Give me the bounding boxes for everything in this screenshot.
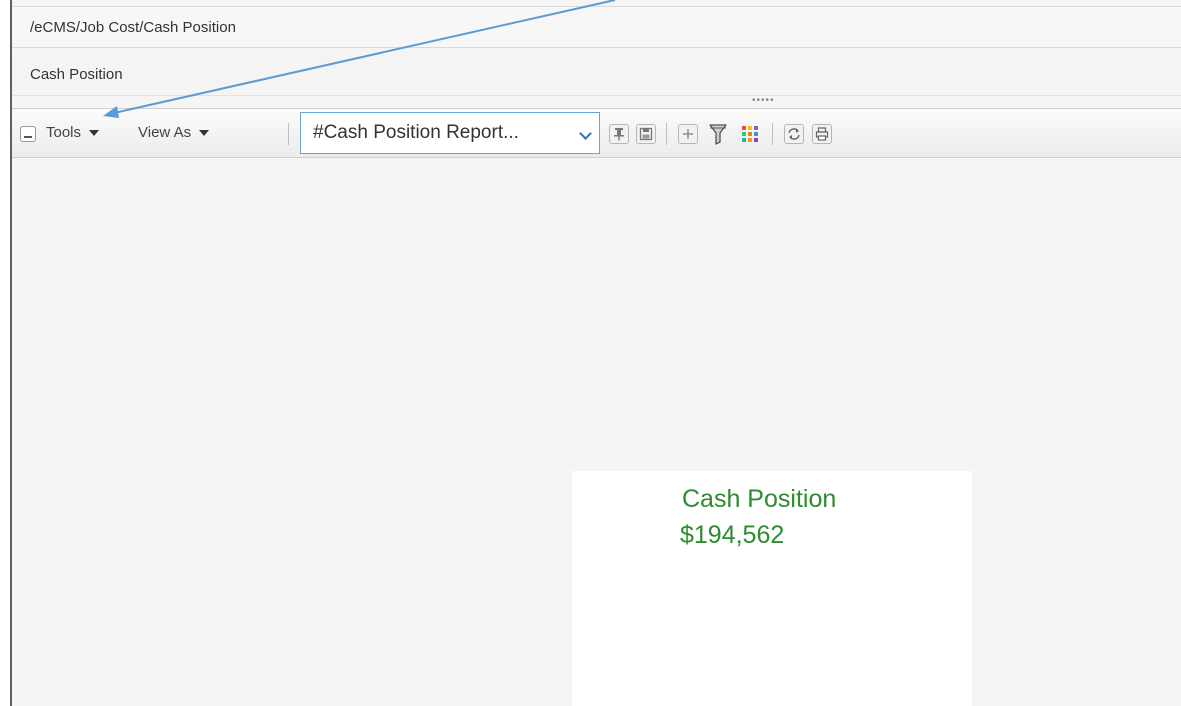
- cash-position-widget: Cash Position $194,562: [572, 471, 972, 706]
- page-title-bar: Cash Position: [12, 56, 1181, 96]
- caret-down-icon: [89, 129, 100, 136]
- breadcrumb-path[interactable]: /eCMS/Job Cost/Cash Position: [30, 19, 236, 36]
- report-select[interactable]: #Cash Position Report...: [300, 112, 600, 154]
- tools-menu-label: Tools: [46, 124, 82, 141]
- toolbar-divider: [772, 123, 773, 145]
- color-grid-icon[interactable]: [740, 124, 760, 144]
- chevron-down-icon: [579, 127, 592, 140]
- report-toolbar: Tools View As #Cash Position Report...: [12, 108, 1181, 158]
- add-icon[interactable]: [678, 124, 698, 144]
- pin-icon[interactable]: [609, 124, 629, 144]
- tools-menu[interactable]: Tools: [46, 124, 100, 141]
- page-title: Cash Position: [30, 66, 123, 83]
- breadcrumb: /eCMS/Job Cost/Cash Position: [12, 6, 1181, 48]
- print-icon[interactable]: [812, 124, 832, 144]
- report-select-value: #Cash Position Report...: [313, 122, 519, 143]
- report-window: /eCMS/Job Cost/Cash Position Cash Positi…: [10, 0, 1181, 706]
- filter-icon[interactable]: [708, 122, 728, 146]
- view-as-menu[interactable]: View As: [138, 124, 210, 141]
- refresh-icon[interactable]: [784, 124, 804, 144]
- save-icon[interactable]: [636, 124, 656, 144]
- toolbar-divider: [288, 123, 289, 145]
- caret-down-icon: [199, 129, 210, 136]
- view-as-menu-label: View As: [138, 124, 192, 141]
- kpi-value: $194,562: [680, 521, 785, 549]
- collapse-icon[interactable]: [20, 126, 36, 142]
- splitter-handle[interactable]: •••••: [752, 96, 775, 106]
- kpi-title: Cash Position: [682, 485, 837, 513]
- toolbar-divider: [666, 123, 667, 145]
